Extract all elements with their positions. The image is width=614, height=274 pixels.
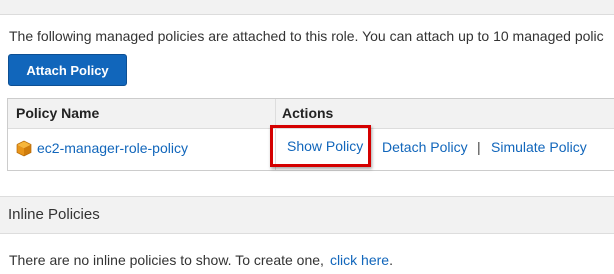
inline-policies-title: Inline Policies	[8, 206, 100, 223]
show-policy-highlight: Show Policy	[270, 125, 371, 167]
inline-policies-empty-message: There are no inline policies to show. To…	[9, 252, 393, 268]
show-policy-link[interactable]: Show Policy	[287, 138, 363, 154]
top-section-band	[0, 0, 614, 15]
empty-message-period: .	[389, 252, 393, 268]
action-separator: |	[477, 139, 481, 155]
simulate-policy-link[interactable]: Simulate Policy	[491, 139, 587, 155]
policy-cube-icon	[16, 140, 32, 157]
column-header-actions: Actions	[282, 105, 334, 121]
detach-policy-link[interactable]: Detach Policy	[382, 139, 468, 155]
managed-policies-intro: The following managed policies are attac…	[9, 28, 604, 44]
attach-policy-button[interactable]: Attach Policy	[8, 54, 127, 86]
column-header-policy-name: Policy Name	[16, 105, 100, 121]
inline-policies-header: Inline Policies	[0, 196, 614, 234]
policy-name-link[interactable]: ec2-manager-role-policy	[37, 140, 188, 156]
click-here-link[interactable]: click here	[330, 252, 389, 268]
empty-message-text: There are no inline policies to show. To…	[9, 252, 324, 268]
